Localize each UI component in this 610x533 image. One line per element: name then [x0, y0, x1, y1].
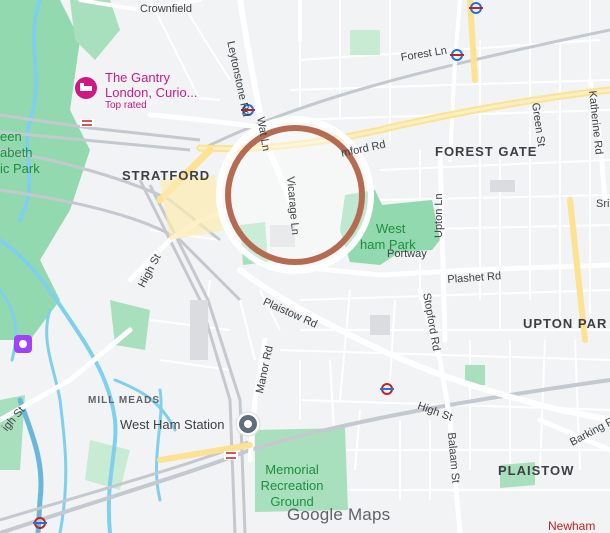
park-label-qe-line2: abeth — [0, 145, 33, 160]
poi-gantry-name-line2: London, Curio... — [105, 85, 198, 100]
rail-icon[interactable] — [224, 451, 238, 460]
park-label-qe-line1: een — [0, 129, 22, 144]
area-label-upton-park: UPTON PAR — [523, 316, 608, 331]
area-label-forest-gate: FOREST GATE — [435, 144, 538, 159]
park-label-qe-line3: ic Park — [0, 161, 40, 176]
road-label-upton-ln: Upton Ln — [433, 193, 445, 238]
attraction-icon[interactable] — [14, 335, 32, 353]
train-station-icon[interactable] — [235, 411, 261, 437]
park-label-west-ham-line1: West — [376, 221, 406, 236]
park-label-memorial-line2: Recreation — [260, 478, 324, 493]
poi-gantry-name-line1: The Gantry — [105, 70, 171, 85]
poi-west-ham-station[interactable]: West Ham Station — [120, 417, 225, 432]
hotel-icon[interactable] — [75, 77, 97, 99]
area-label-mill-meads: MILL MEADS — [88, 395, 161, 406]
road-label-portway: Portway — [387, 248, 427, 260]
google-maps-watermark: Google Maps — [287, 505, 391, 524]
park-label-qe-olympic: een abeth ic Park — [0, 129, 40, 177]
poi-gantry-badge: Top rated — [105, 100, 147, 111]
poi-the-gantry[interactable]: The Gantry London, Curio... Top rated — [105, 70, 198, 111]
map-canvas[interactable]: Crownfield STRATFORD FOREST GATE UPTON P… — [0, 0, 610, 533]
park-label-memorial: Memorial Recreation Ground — [257, 462, 327, 510]
stratford-centre — [160, 175, 225, 240]
area-label-crownfield: Crownfield — [140, 3, 192, 15]
rail-icon[interactable] — [80, 119, 94, 127]
map-base-layer[interactable] — [0, 0, 610, 533]
park-label-memorial-line1: Memorial — [265, 462, 319, 477]
small-green-6 — [350, 30, 380, 55]
area-label-plaistow: PLAISTOW — [498, 463, 575, 478]
road-label-sri: Sri — [596, 198, 610, 210]
area-label-stratford: STRATFORD — [122, 168, 211, 183]
area-label-newham: Newham — [548, 519, 596, 533]
